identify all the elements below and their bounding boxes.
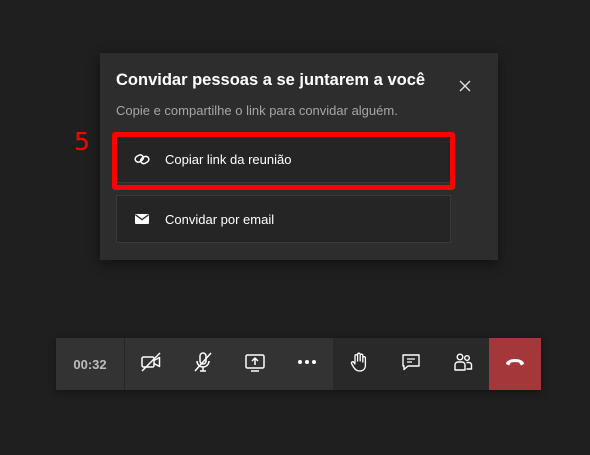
hang-up-button[interactable] xyxy=(489,338,541,390)
close-icon[interactable] xyxy=(456,77,474,95)
envelope-icon xyxy=(133,210,151,228)
raise-hand-icon xyxy=(347,350,371,379)
share-screen-icon xyxy=(243,350,267,379)
raise-hand-button[interactable] xyxy=(333,338,385,390)
invite-by-email-button[interactable]: Convidar por email xyxy=(116,195,451,243)
chat-button[interactable] xyxy=(385,338,437,390)
copy-link-button[interactable]: Copiar link da reunião xyxy=(116,135,451,183)
step-number-label: 5 xyxy=(74,127,90,156)
invite-dialog: Convidar pessoas a se juntarem a você Co… xyxy=(100,53,498,260)
invite-by-email-label: Convidar por email xyxy=(165,211,275,227)
call-timer: 00:32 xyxy=(56,338,125,390)
dialog-title: Convidar pessoas a se juntarem a você xyxy=(116,71,426,89)
link-icon xyxy=(133,150,151,168)
share-screen-button[interactable] xyxy=(229,338,281,390)
participants-button[interactable] xyxy=(437,338,489,390)
meeting-toolbar: 00:32 xyxy=(56,338,541,390)
camera-off-icon xyxy=(139,350,163,379)
chat-icon xyxy=(399,350,423,379)
dialog-subtitle: Copie e compartilhe o link para convidar… xyxy=(116,103,398,118)
mic-toggle-button[interactable] xyxy=(177,338,229,390)
copy-link-label: Copiar link da reunião xyxy=(165,151,292,167)
hang-up-icon xyxy=(503,350,527,379)
more-options-button[interactable] xyxy=(281,338,333,390)
camera-toggle-button[interactable] xyxy=(125,338,177,390)
participants-icon xyxy=(451,350,475,379)
more-options-icon xyxy=(295,350,319,379)
mic-off-icon xyxy=(191,350,215,379)
